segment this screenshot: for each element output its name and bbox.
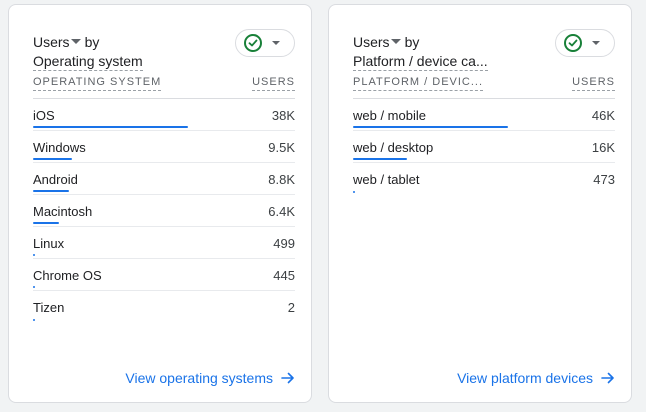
table-row: Macintosh 6.4K <box>33 195 295 227</box>
status-dropdown[interactable] <box>555 29 615 57</box>
row-label: iOS <box>33 108 55 123</box>
table-row: web / desktop 16K <box>353 131 615 163</box>
column-header-dimension[interactable]: OPERATING SYSTEM <box>33 75 162 91</box>
share-bar <box>33 286 35 288</box>
share-bar <box>33 158 72 160</box>
arrow-right-icon <box>281 372 294 384</box>
share-bar <box>33 319 35 321</box>
share-bar <box>353 126 508 128</box>
by-label: by <box>404 34 420 50</box>
row-value: 445 <box>273 268 295 283</box>
row-label: web / desktop <box>353 140 434 155</box>
column-header-dimension[interactable]: PLATFORM / DEVIC... <box>353 75 484 91</box>
row-label: web / mobile <box>353 108 426 123</box>
share-bar <box>33 126 188 128</box>
row-value: 9.5K <box>268 140 295 155</box>
metric-label: Users <box>353 34 390 50</box>
table-row: iOS 38K <box>33 99 295 131</box>
table-row: Linux 499 <box>33 227 295 259</box>
table-row: Chrome OS 445 <box>33 259 295 291</box>
table-rows: iOS 38K Windows 9.5K Android 8.8K Macint… <box>33 99 295 323</box>
share-bar <box>33 190 69 192</box>
view-operating-systems-link[interactable]: View operating systems <box>125 370 295 386</box>
share-bar <box>33 222 59 224</box>
row-value: 8.8K <box>268 172 295 187</box>
row-value: 16K <box>591 140 615 155</box>
row-value: 6.4K <box>268 204 295 219</box>
platform-card: Users by Platform / device ca... PLATFORM… <box>328 4 632 403</box>
share-bar <box>33 254 35 256</box>
table-row: Tizen 2 <box>33 291 295 323</box>
check-circle-icon <box>564 34 582 52</box>
table-row: web / mobile 46K <box>353 99 615 131</box>
caret-down-icon <box>592 41 600 45</box>
dimension-selector[interactable]: Operating system <box>33 52 143 71</box>
table-header: PLATFORM / DEVIC... USERS <box>353 75 615 99</box>
row-label: Tizen <box>33 300 65 315</box>
table-row: Android 8.8K <box>33 163 295 195</box>
check-circle-icon <box>244 34 262 52</box>
metric-selector[interactable]: Users by <box>353 32 419 52</box>
metric-selector[interactable]: Users by <box>33 32 99 52</box>
card-title: Users by Operating system <box>33 32 223 71</box>
share-bar <box>353 158 407 160</box>
row-value: 46K <box>591 108 615 123</box>
row-label: Chrome OS <box>33 268 102 283</box>
column-header-users[interactable]: USERS <box>252 75 295 91</box>
row-label: web / tablet <box>353 172 420 187</box>
arrow-right-icon <box>601 372 614 384</box>
row-value: 499 <box>273 236 295 251</box>
status-dropdown[interactable] <box>235 29 295 57</box>
row-value: 2 <box>287 300 295 315</box>
row-label: Linux <box>33 236 65 251</box>
caret-down-icon <box>70 38 81 44</box>
table-row: Windows 9.5K <box>33 131 295 163</box>
card-title: Users by Platform / device ca... <box>353 32 543 71</box>
column-header-users[interactable]: USERS <box>572 75 615 91</box>
row-value: 473 <box>593 172 615 187</box>
caret-down-icon <box>272 41 280 45</box>
table-rows: web / mobile 46K web / desktop 16K web /… <box>353 99 615 195</box>
share-bar <box>353 191 355 193</box>
row-value: 38K <box>271 108 295 123</box>
metric-label: Users <box>33 34 70 50</box>
by-label: by <box>84 34 100 50</box>
caret-down-icon <box>390 38 401 44</box>
link-label: View operating systems <box>125 370 273 386</box>
dimension-selector[interactable]: Platform / device ca... <box>353 52 488 71</box>
table-row: web / tablet 473 <box>353 163 615 195</box>
view-platform-devices-link[interactable]: View platform devices <box>457 370 615 386</box>
row-label: Windows <box>33 140 86 155</box>
table-header: OPERATING SYSTEM USERS <box>33 75 295 99</box>
row-label: Android <box>33 172 78 187</box>
row-label: Macintosh <box>33 204 93 219</box>
os-card: Users by Operating system OPERATING SYSTE… <box>8 4 312 403</box>
link-label: View platform devices <box>457 370 593 386</box>
